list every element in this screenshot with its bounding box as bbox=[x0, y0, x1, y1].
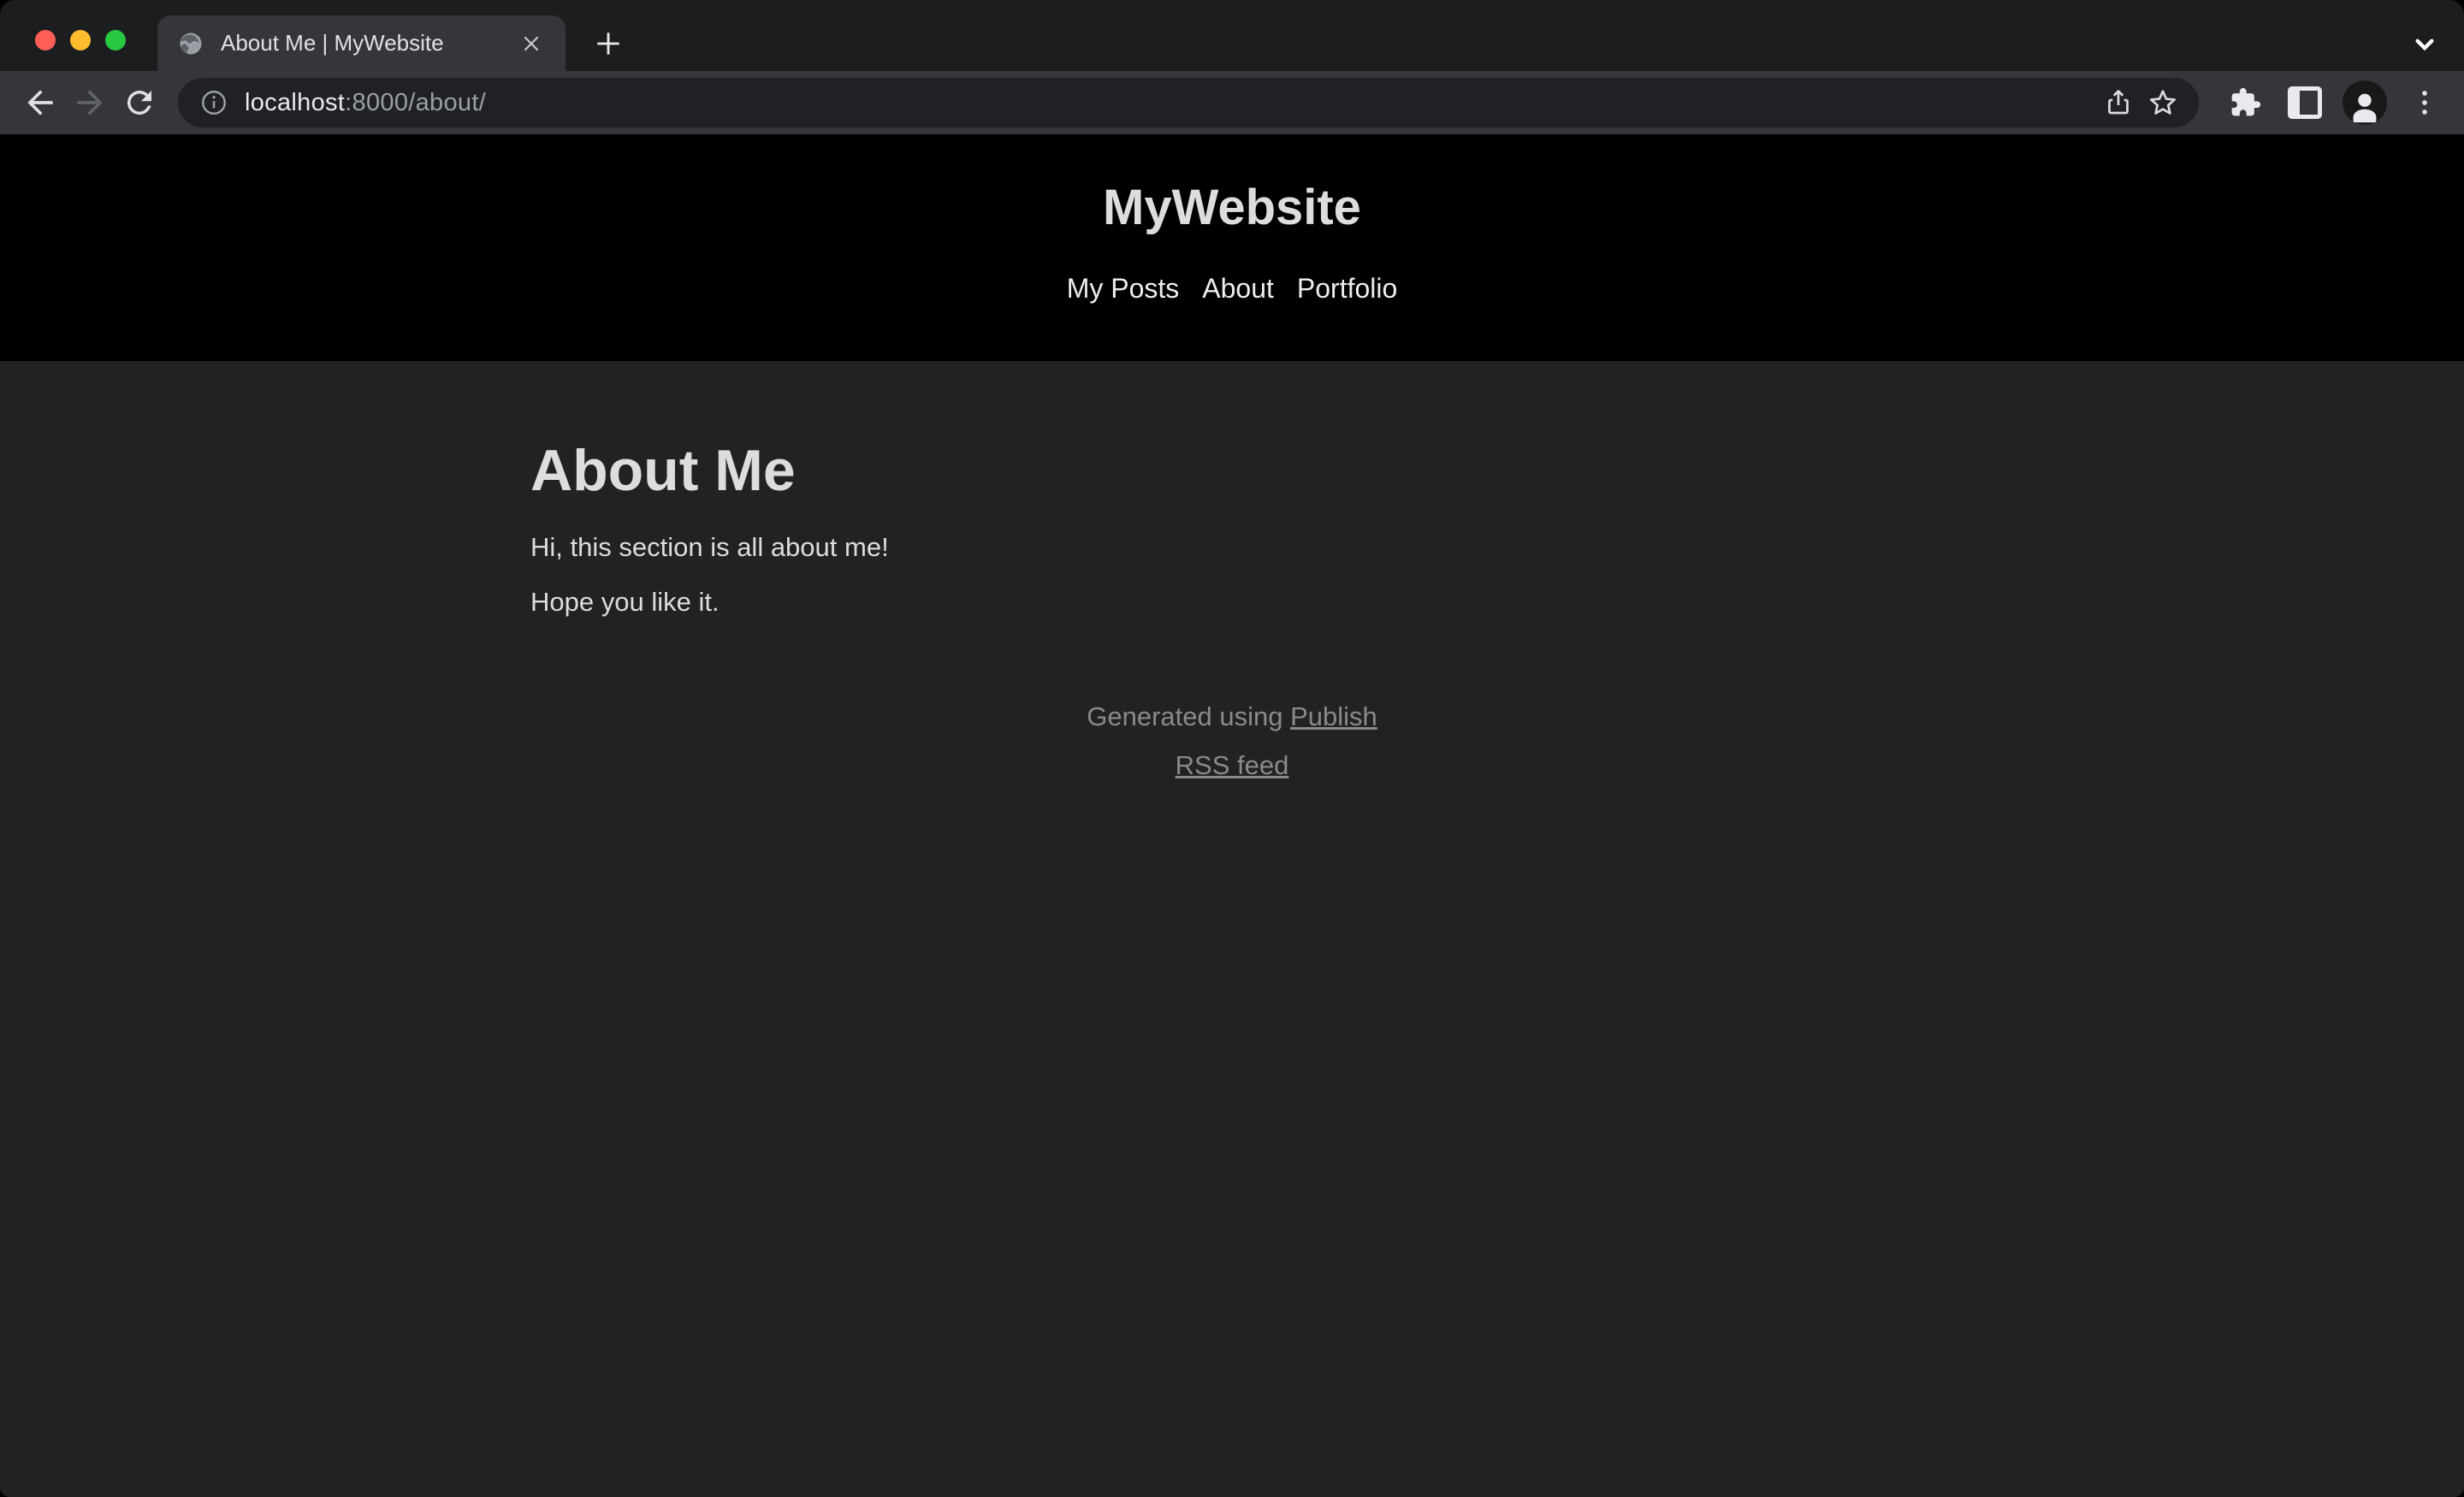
share-icon bbox=[2103, 87, 2134, 118]
three-dot-menu-icon bbox=[2408, 86, 2442, 120]
tab-close-icon[interactable] bbox=[516, 28, 547, 59]
browser-toolbar: localhost:8000/about/ bbox=[0, 71, 2464, 134]
forward-button[interactable] bbox=[65, 78, 115, 127]
avatar bbox=[2343, 80, 2387, 125]
rss-feed-link[interactable]: RSS feed bbox=[1176, 750, 1289, 780]
generated-using-text: Generated using bbox=[1087, 701, 1290, 731]
side-panel-button[interactable] bbox=[2281, 79, 2329, 127]
browser-menu-button[interactable] bbox=[2401, 79, 2449, 127]
generated-using-line: Generated using Publish bbox=[530, 701, 1934, 732]
nav-link-portfolio[interactable]: Portfolio bbox=[1297, 273, 1397, 304]
puzzle-icon bbox=[2228, 86, 2262, 120]
tab-search-chevron-button[interactable] bbox=[2406, 26, 2443, 63]
star-icon bbox=[2147, 86, 2179, 119]
bookmark-button[interactable] bbox=[2141, 80, 2185, 125]
back-button[interactable] bbox=[15, 78, 65, 127]
nav-link-my-posts[interactable]: My Posts bbox=[1067, 273, 1180, 304]
site-footer: Generated using Publish RSS feed bbox=[530, 701, 1934, 781]
new-tab-button[interactable] bbox=[589, 24, 628, 63]
tab-title: About Me | MyWebsite bbox=[221, 30, 516, 56]
page-viewport: MyWebsite My Posts About Portfolio About… bbox=[0, 134, 2464, 1497]
side-panel-icon bbox=[2288, 86, 2322, 119]
toolbar-right-actions bbox=[2221, 79, 2449, 127]
share-button[interactable] bbox=[2096, 80, 2141, 125]
publish-link[interactable]: Publish bbox=[1290, 701, 1377, 731]
content-wrapper: About Me Hi, this section is all about m… bbox=[530, 438, 1934, 781]
info-icon bbox=[199, 88, 228, 117]
chevron-down-icon bbox=[2408, 27, 2442, 62]
window-close-button[interactable] bbox=[35, 30, 56, 50]
site-nav: My Posts About Portfolio bbox=[1067, 273, 1398, 304]
back-arrow-icon bbox=[21, 84, 59, 121]
reload-icon bbox=[121, 85, 157, 121]
person-icon bbox=[2345, 86, 2384, 125]
plus-icon bbox=[592, 27, 625, 60]
window-zoom-button[interactable] bbox=[105, 30, 126, 50]
nav-link-about[interactable]: About bbox=[1202, 273, 1274, 304]
tab-strip: About Me | MyWebsite bbox=[0, 0, 2464, 71]
page-title: About Me bbox=[530, 438, 1934, 503]
site-header: MyWebsite My Posts About Portfolio bbox=[0, 134, 2464, 361]
site-info-button[interactable] bbox=[195, 84, 233, 121]
about-paragraph-2: Hope you like it. bbox=[530, 587, 1934, 618]
url-host: localhost bbox=[245, 89, 345, 116]
site-title-link[interactable]: MyWebsite bbox=[1103, 180, 1361, 235]
url-text: localhost:8000/about/ bbox=[245, 89, 2096, 117]
window-minimize-button[interactable] bbox=[70, 30, 91, 50]
url-path: :8000/about/ bbox=[345, 89, 486, 116]
browser-tab-active[interactable]: About Me | MyWebsite bbox=[157, 15, 566, 71]
reload-button[interactable] bbox=[115, 78, 164, 127]
profile-button[interactable] bbox=[2341, 79, 2389, 127]
window-controls bbox=[35, 30, 126, 50]
browser-window: About Me | MyWebsite bbox=[0, 0, 2464, 1497]
about-paragraph-1: Hi, this section is all about me! bbox=[530, 532, 1934, 563]
globe-favicon-icon bbox=[178, 31, 204, 56]
extensions-button[interactable] bbox=[2221, 79, 2269, 127]
rss-feed-line: RSS feed bbox=[530, 750, 1934, 781]
address-bar[interactable]: localhost:8000/about/ bbox=[178, 78, 2199, 127]
forward-arrow-icon bbox=[71, 84, 109, 121]
